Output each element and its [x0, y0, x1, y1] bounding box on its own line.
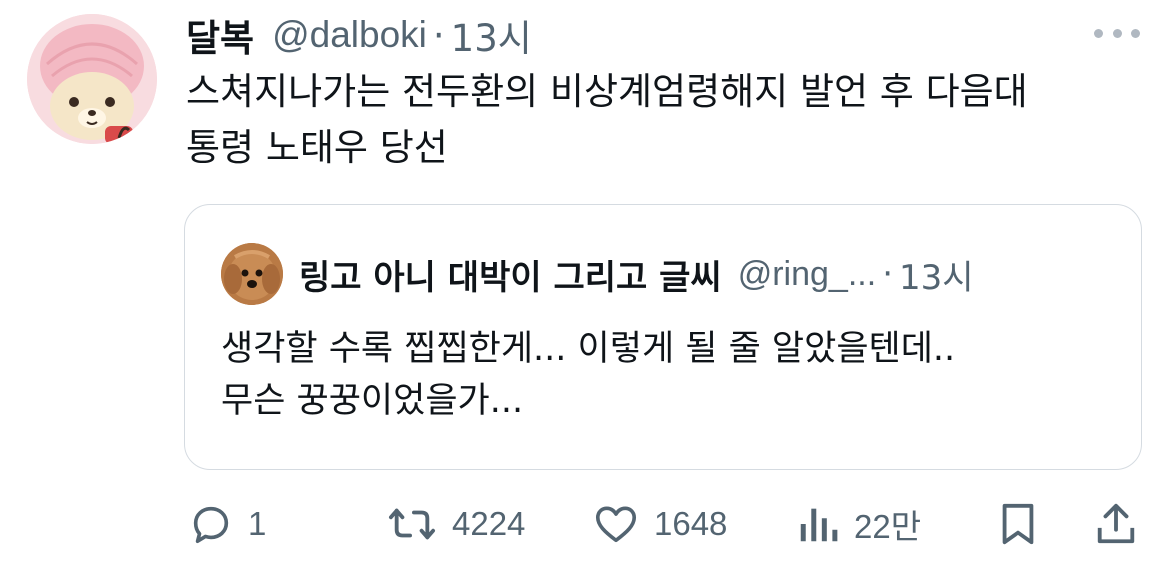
tweet-text-line: 통령 노태우 당선: [186, 126, 448, 169]
retweet-button[interactable]: 4224: [386, 494, 525, 554]
header-separator: ·: [432, 13, 445, 57]
quoted-header: 링고 아니 대박이 그리고 글씨 @ring_... · 13시: [299, 247, 974, 301]
quoted-header-separator: ·: [882, 254, 893, 294]
like-count: 1648: [654, 505, 728, 542]
quoted-tweet[interactable]: 링고 아니 대박이 그리고 글씨 @ring_... · 13시 생각할 수록 …: [184, 204, 1142, 470]
more-horizontal-icon: [1112, 28, 1122, 38]
bear-avatar-icon: [27, 14, 157, 144]
quoted-text-line: 무슨 꿍꿍이었을가...: [221, 381, 524, 421]
bookmark-button[interactable]: [998, 494, 1038, 554]
author-avatar[interactable]: [27, 14, 157, 144]
more-horizontal-icon: [1131, 28, 1140, 38]
quoted-author-name[interactable]: 링고 아니 대박이 그리고 글씨: [299, 250, 722, 299]
tweet-header: 달복 @dalboki · 13시: [186, 8, 532, 62]
author-handle[interactable]: @dalboki: [272, 14, 427, 56]
retweet-icon: [388, 508, 435, 540]
heart-icon: [595, 506, 637, 543]
more-button[interactable]: [1094, 20, 1140, 46]
bookmark-icon: [1002, 503, 1034, 545]
quoted-time[interactable]: 13시: [899, 250, 974, 299]
reply-count: 1: [248, 505, 267, 542]
reply-icon: [193, 506, 229, 544]
author-name[interactable]: 달복: [186, 8, 254, 62]
views-button[interactable]: 22만: [796, 494, 921, 554]
quoted-author-handle[interactable]: @ring_...: [738, 255, 876, 294]
reply-button[interactable]: 1: [188, 494, 266, 554]
tweet-time[interactable]: 13시: [451, 8, 532, 62]
views-icon: [800, 508, 838, 542]
retweet-count: 4224: [452, 505, 526, 542]
tweet-text-line: 스쳐지나가는 전두환의 비상계엄령해지 발언 후 다음대: [186, 70, 1028, 113]
quoted-text: 생각할 수록 찝찝한게... 이렇게 될 줄 알았을텐데.. 무슨 꿍꿍이었을가…: [221, 323, 1121, 427]
share-button[interactable]: [1094, 494, 1138, 554]
quoted-author-avatar[interactable]: [221, 243, 283, 305]
views-count: 22만: [854, 508, 922, 545]
dog-avatar-icon: [221, 243, 283, 305]
action-bar: 1 4224 1648 22만: [0, 494, 1170, 554]
quoted-text-line: 생각할 수록 찝찝한게... 이렇게 될 줄 알았을텐데..: [221, 329, 956, 369]
share-icon: [1097, 503, 1135, 544]
tweet-text: 스쳐지나가는 전두환의 비상계엄령해지 발언 후 다음대 통령 노태우 당선: [186, 64, 1146, 176]
like-button[interactable]: 1648: [592, 494, 727, 554]
more-horizontal-icon: [1094, 28, 1103, 38]
